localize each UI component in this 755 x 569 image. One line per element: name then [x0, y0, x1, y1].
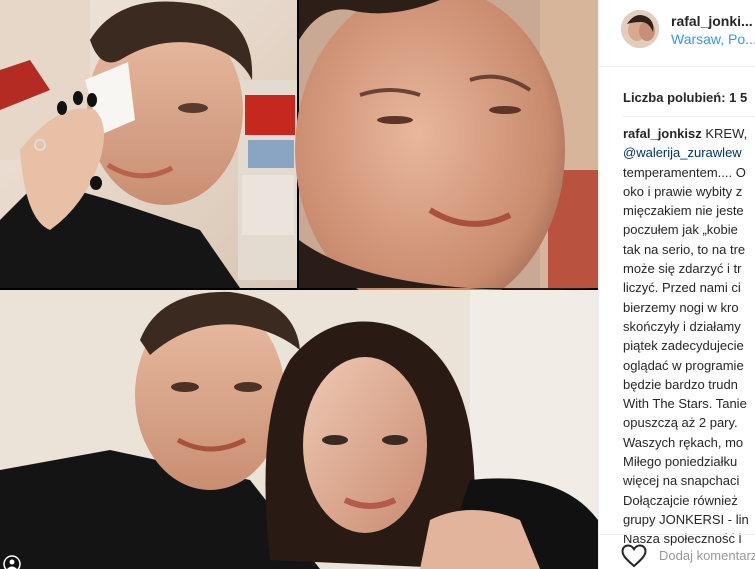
- caption-line: liczyć. Przed nami ci: [623, 280, 741, 296]
- caption-line: tak na serio, to na tre: [623, 241, 746, 257]
- photo-panel-bottom: [0, 290, 598, 569]
- caption-line: piątek zadecydujecie: [623, 338, 744, 354]
- caption-line: bierzemy nogi w kro: [623, 299, 739, 315]
- caption-line: temperamentem.... O: [623, 164, 746, 180]
- avatar-photo-icon: [621, 10, 659, 48]
- post-footer: [599, 534, 755, 569]
- caption-line: poczułem jak „kobie: [623, 222, 738, 238]
- caption-line: With The Stars. Tanie: [623, 396, 747, 412]
- photo-panel-top-left: [0, 0, 297, 288]
- photo-panel-top-right: [295, 0, 598, 315]
- caption-line: więcej na snapchaci: [623, 473, 740, 489]
- caption-first-text: KREW,: [701, 126, 748, 141]
- heart-outline-icon[interactable]: [621, 544, 647, 568]
- caption-line: Waszych rękach, mo: [623, 434, 744, 450]
- caption-divider: [623, 116, 755, 117]
- photo-collage: [0, 0, 598, 569]
- post-caption: rafal_jonkisz KREW, @walerija_zurawlew t…: [623, 124, 755, 549]
- caption-first-line: rafal_jonkisz KREW,: [623, 124, 755, 143]
- post-location[interactable]: Warsaw, Po...: [671, 31, 755, 47]
- caption-line: Miłego poniedziałku: [623, 454, 738, 470]
- caption-line: skończyły i działamy: [623, 318, 741, 334]
- caption-line: oglądać w programie: [623, 357, 744, 373]
- post-sidebar: rafal_jonki... Warsaw, Po... Liczba polu…: [598, 0, 755, 569]
- caption-mention[interactable]: @walerija_zurawlew: [623, 143, 755, 162]
- post-photo[interactable]: [0, 0, 598, 569]
- caption-line: może się zdarzyć i tr: [623, 261, 742, 277]
- post-username[interactable]: rafal_jonki...: [671, 13, 753, 29]
- caption-line: grupy JONKERSI - lin: [623, 511, 749, 527]
- comment-input[interactable]: [659, 548, 755, 563]
- likes-count[interactable]: Liczba polubień: 1 5: [623, 90, 747, 105]
- caption-line: opuszczą aż 2 pary.: [623, 415, 738, 431]
- caption-line: mięczakiem nie jeste: [623, 203, 744, 219]
- tagged-people-icon[interactable]: [2, 555, 30, 569]
- caption-line: Dołączajcie również: [623, 492, 738, 508]
- caption-line: będzie bardzo trudn: [623, 376, 738, 392]
- avatar[interactable]: [621, 10, 659, 48]
- caption-line: oko i prawie wybity z: [623, 183, 743, 199]
- caption-username[interactable]: rafal_jonkisz: [623, 126, 702, 141]
- post-header: rafal_jonki... Warsaw, Po...: [599, 0, 755, 67]
